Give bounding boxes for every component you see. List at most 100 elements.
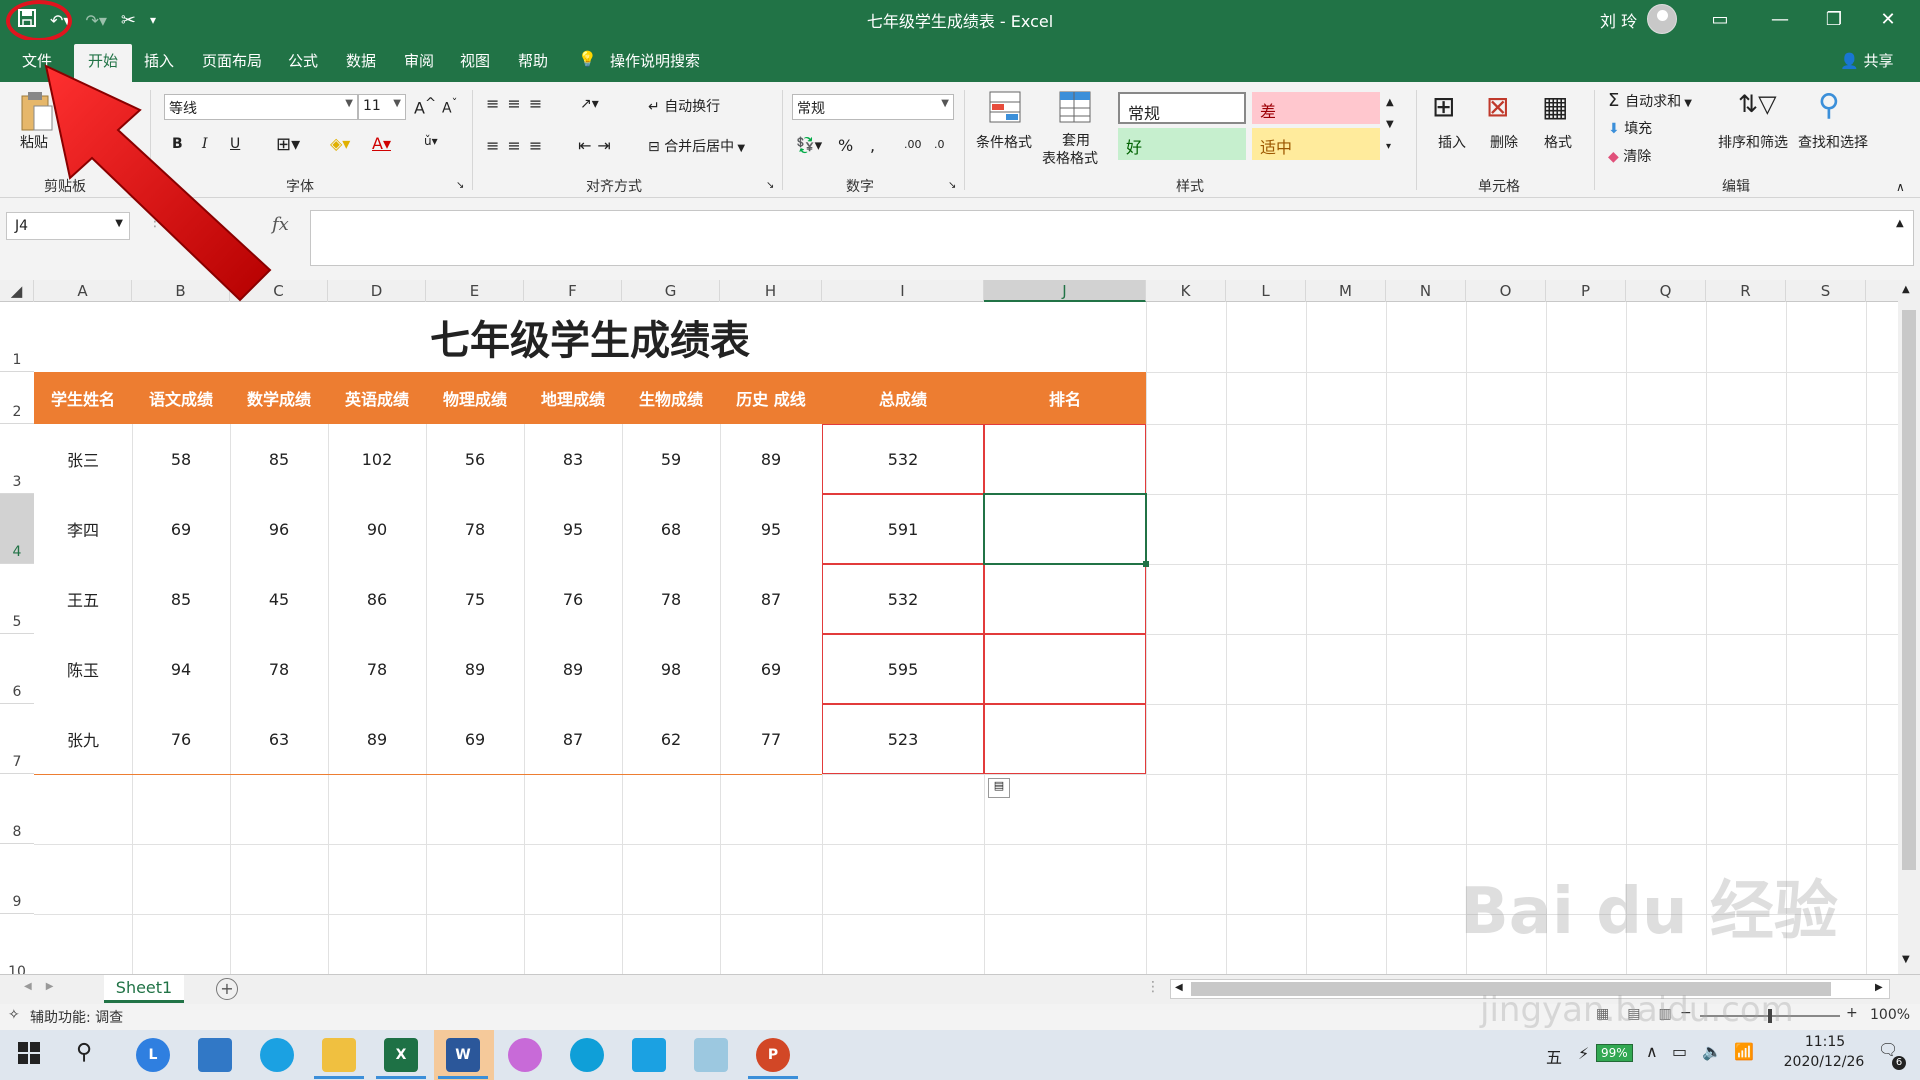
wifi-icon[interactable]: 📶 [1734,1042,1754,1061]
data-cell[interactable]: 李四 [34,494,132,564]
dialog-launcher-icon[interactable]: ↘ [766,180,774,191]
paint-icon[interactable] [508,1038,542,1072]
row-header-4[interactable]: 4 [0,494,34,564]
dialog-launcher-icon[interactable]: ↘ [948,180,956,191]
data-cell[interactable]: 87 [720,564,822,634]
data-cell[interactable]: 102 [328,424,426,494]
data-cell[interactable]: 69 [426,704,524,774]
row-header-2[interactable]: 2 [0,372,34,424]
clock-time[interactable]: 11:15 [1790,1034,1860,1050]
comma-icon[interactable]: , [870,136,875,155]
row-header-1[interactable]: 1 [0,302,34,372]
column-header-k[interactable]: K [1146,280,1226,302]
style-good[interactable]: 好 [1118,128,1246,160]
data-cell[interactable]: 王五 [34,564,132,634]
quick-analysis-icon[interactable]: ▤ [988,778,1010,798]
ribbon-display-options-icon[interactable]: ▭ [1700,4,1740,36]
conditional-format-button[interactable]: 条件格式 [976,132,1032,152]
data-cell[interactable]: 56 [426,424,524,494]
add-sheet-icon[interactable]: + [216,978,238,1000]
data-cell[interactable]: 78 [426,494,524,564]
column-header-p[interactable]: P [1546,280,1626,302]
sheet-nav-icons[interactable]: ◀▶ [24,981,67,992]
autosum-button[interactable]: Σ 自动求和 ▼ [1608,90,1692,111]
phonetic-icon[interactable]: ǔ▾ [424,134,438,148]
file-explorer-icon[interactable] [322,1038,356,1072]
user-name[interactable]: 刘 玲 [1600,8,1637,32]
app-light-icon[interactable] [694,1038,728,1072]
orientation-icon[interactable]: ↗▾ [580,96,599,112]
data-cell[interactable]: 98 [622,634,720,704]
data-cell[interactable]: 76 [132,704,230,774]
formula-input[interactable] [310,210,1914,266]
insert-cells-button[interactable]: 插入 [1438,132,1466,152]
data-cell[interactable]: 83 [524,424,622,494]
restore-icon[interactable]: ❐ [1814,4,1854,36]
row-header-5[interactable]: 5 [0,564,34,634]
data-cell[interactable]: 94 [132,634,230,704]
vertical-scrollbar[interactable]: ▲ ▼ [1898,280,1920,974]
delete-cells-button[interactable]: 删除 [1490,132,1518,152]
tab-review[interactable]: 审阅 [404,50,434,71]
column-header-r[interactable]: R [1706,280,1786,302]
chevron-up-icon[interactable]: ∧ [1646,1042,1658,1061]
tab-data[interactable]: 数据 [346,50,376,71]
data-cell[interactable]: 89 [328,704,426,774]
data-cell[interactable]: 68 [622,494,720,564]
fill-color-icon[interactable]: ◈▾ [330,134,350,153]
data-cell[interactable]: 77 [720,704,822,774]
sort-filter-icon[interactable]: ⇅▽ [1738,90,1777,128]
row-header-10[interactable]: 10 [0,914,34,974]
column-header-h[interactable]: H [720,280,822,302]
edge-icon[interactable] [570,1038,604,1072]
column-header-o[interactable]: O [1466,280,1546,302]
column-header-g[interactable]: G [622,280,720,302]
tab-split-grip-icon[interactable]: ⋮ [1146,979,1160,995]
ime-indicator[interactable]: 五 [1546,1044,1562,1068]
excel-icon[interactable]: X [384,1038,418,1072]
app-l-icon[interactable]: L [136,1038,170,1072]
data-cell[interactable]: 63 [230,704,328,774]
column-header-s[interactable]: S [1786,280,1866,302]
tell-me-search[interactable]: 操作说明搜索 [610,50,700,71]
decrease-decimal-icon[interactable]: .0 [934,138,945,151]
data-cell[interactable]: 陈玉 [34,634,132,704]
data-cell[interactable]: 69 [132,494,230,564]
column-header-d[interactable]: D [328,280,426,302]
data-cell[interactable]: 89 [524,634,622,704]
data-cell[interactable]: 95 [720,494,822,564]
sheet-tab-sheet1[interactable]: Sheet1 [104,975,184,1003]
expand-formula-icon[interactable]: ▲ [1896,218,1904,229]
browser-e-icon[interactable] [260,1038,294,1072]
column-header-n[interactable]: N [1386,280,1466,302]
column-header-j[interactable]: J [984,280,1146,302]
row-header-9[interactable]: 9 [0,844,34,914]
scroll-up-icon[interactable]: ▲ [1902,284,1910,295]
data-cell[interactable]: 58 [132,424,230,494]
clock-date[interactable]: 2020/12/26 [1764,1054,1884,1070]
column-header-i[interactable]: I [822,280,984,302]
wrap-text-button[interactable]: ↵ 自动换行 [648,96,720,116]
vertical-align-icons[interactable]: ≡≡≡ [486,94,550,113]
select-all-corner[interactable]: ◢ [0,280,34,302]
find-select-icon[interactable]: ⚲ [1818,88,1856,126]
style-bad[interactable]: 差 [1252,92,1380,124]
mail-icon[interactable] [198,1038,232,1072]
collapse-ribbon-icon[interactable]: ∧ [1896,180,1905,194]
format-as-table-line2[interactable]: 表格格式 [1042,148,1098,168]
word-icon[interactable]: W [446,1038,480,1072]
scroll-left-icon[interactable]: ◀ [1175,982,1183,993]
column-header-l[interactable]: L [1226,280,1306,302]
battery-icon[interactable]: ▭ [1672,1042,1687,1061]
app-blue-icon[interactable] [632,1038,666,1072]
fill-button[interactable]: ⬇ 填充 [1608,118,1652,138]
style-normal[interactable]: 常规 [1118,92,1246,124]
row-header-8[interactable]: 8 [0,774,34,844]
zoom-level[interactable]: 100% [1870,1007,1910,1023]
data-cell[interactable]: 69 [720,634,822,704]
minimize-icon[interactable]: — [1760,4,1800,36]
font-color-icon[interactable]: A▾ [372,134,391,153]
header-cell[interactable]: 学生姓名 [34,372,132,424]
data-cell[interactable]: 96 [230,494,328,564]
header-cell[interactable]: 数学成绩 [230,372,328,424]
